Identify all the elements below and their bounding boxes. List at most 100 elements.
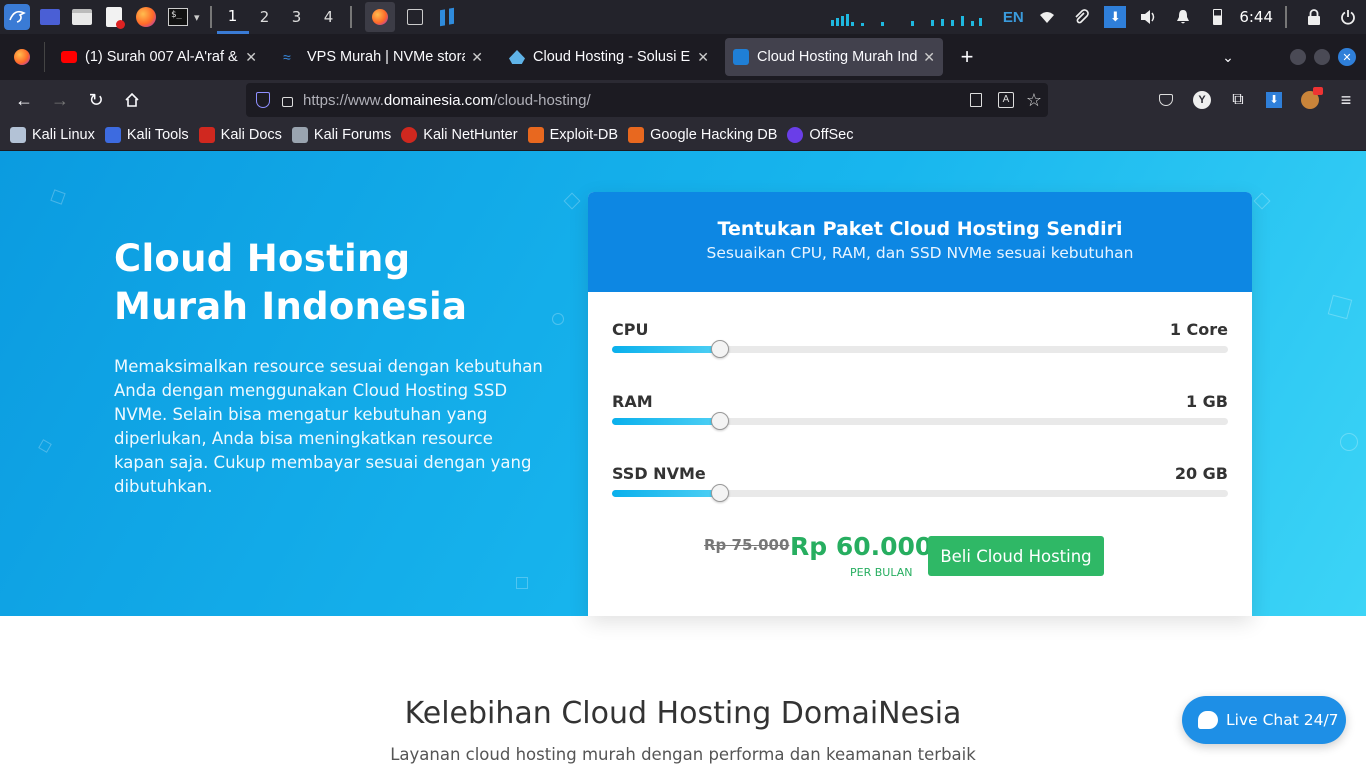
bookmark-kali-tools[interactable]: Kali Tools (104, 127, 189, 143)
url-path: /cloud-hosting/ (493, 91, 591, 109)
language-indicator[interactable]: EN (1001, 0, 1025, 34)
reader-view-icon[interactable] (970, 93, 982, 107)
browser-tab-bar: (1) Surah 007 Al-A'raf & Te ✕ ≈ VPS Mura… (0, 34, 1366, 80)
tab-cloud-solusi[interactable]: Cloud Hosting - Solusi Ek ✕ (501, 38, 717, 76)
ram-slider[interactable] (612, 412, 1228, 430)
tab-title: Cloud Hosting Murah Indo (757, 49, 918, 65)
close-window-icon[interactable]: ✕ (1338, 48, 1356, 66)
paperclip-icon[interactable] (1069, 0, 1093, 34)
ssd-value: 20 GB (1174, 464, 1228, 483)
buy-cloud-hosting-button[interactable]: Beli Cloud Hosting (928, 536, 1104, 576)
terminal-icon[interactable]: $_ (166, 5, 190, 29)
extensions-icon[interactable]: ⧉ (1222, 84, 1254, 116)
page-title: Cloud Hosting Murah Indonesia (114, 237, 468, 328)
terminal-window-icon[interactable] (403, 5, 427, 29)
bookmark-label: OffSec (809, 127, 854, 143)
workspace-2[interactable]: 2 (249, 0, 281, 34)
tab-vps[interactable]: ≈ VPS Murah | NVMe storag ✕ (275, 38, 491, 76)
wifi-icon[interactable] (1035, 0, 1059, 34)
lock-icon[interactable] (282, 97, 293, 107)
bookmark-label: Kali Docs (220, 127, 282, 143)
extension-badge-icon[interactable] (1294, 84, 1326, 116)
bookmark-kali-forums[interactable]: Kali Forums (291, 127, 391, 143)
desktop-icon[interactable] (38, 5, 62, 29)
home-icon[interactable] (116, 84, 148, 116)
account-icon[interactable]: Y (1186, 84, 1218, 116)
clock[interactable]: 6:44 (1239, 8, 1273, 26)
workspace-1[interactable]: 1 (216, 0, 249, 34)
ssd-slider[interactable] (612, 484, 1228, 502)
close-tab-icon[interactable]: ✕ (245, 49, 257, 66)
cpu-slider[interactable] (612, 340, 1228, 358)
url-bar[interactable]: https://www. domainesia.com/cloud-hosting… (246, 83, 1048, 117)
live-chat-button[interactable]: Live Chat 24/7 (1182, 696, 1346, 744)
kali-menu-icon[interactable] (4, 4, 30, 30)
new-tab-button[interactable]: + (951, 41, 983, 73)
wave-icon: ≈ (283, 49, 291, 65)
decor-triangle (563, 192, 581, 210)
volume-icon[interactable] (1137, 0, 1161, 34)
lock-icon[interactable] (1302, 0, 1326, 34)
close-tab-icon[interactable]: ✕ (923, 49, 935, 66)
cpu-slider-handle[interactable] (710, 340, 729, 358)
divider (209, 6, 212, 28)
power-icon[interactable] (1336, 0, 1360, 34)
ghdb-icon (628, 127, 645, 143)
tab-youtube[interactable]: (1) Surah 007 Al-A'raf & Te ✕ (53, 38, 265, 76)
bell-icon[interactable] (1171, 0, 1195, 34)
bookmark-label: Google Hacking DB (650, 127, 778, 143)
price: Rp 60.000 (790, 532, 933, 561)
decor-triangle (50, 189, 66, 205)
download-icon[interactable]: ⬇ (1103, 0, 1127, 34)
tab-cloud-murah[interactable]: Cloud Hosting Murah Indo ✕ (725, 38, 943, 76)
divider (349, 6, 352, 28)
close-tab-icon[interactable]: ✕ (471, 49, 483, 66)
reload-icon[interactable]: ↻ (80, 84, 112, 116)
bookmark-kali-docs[interactable]: Kali Docs (198, 127, 282, 143)
ssd-slider-handle[interactable] (710, 484, 729, 502)
cpu-label: CPU (612, 320, 649, 339)
chevron-down-icon[interactable]: ▾ (194, 11, 200, 24)
firefox-icon[interactable] (134, 5, 158, 29)
firefox-view-icon[interactable] (4, 41, 40, 73)
firefox-window-icon[interactable] (364, 2, 395, 32)
maximize-icon[interactable] (1314, 49, 1330, 65)
hero-description: Memaksimalkan resource sesuai dengan keb… (114, 357, 543, 496)
browser-nav-bar: ← → ↻ https://www. domainesia.com/cloud-h… (0, 80, 1366, 120)
minimize-icon[interactable] (1290, 49, 1306, 65)
section-title: Kelebihan Cloud Hosting DomaiNesia (404, 696, 962, 731)
vscode-icon[interactable] (435, 5, 459, 29)
decor-square (38, 439, 52, 453)
decor-square (516, 577, 528, 589)
list-tabs-icon[interactable]: ⌄ (1212, 41, 1244, 73)
translate-icon[interactable]: A (998, 92, 1014, 108)
text-editor-icon[interactable] (102, 5, 126, 29)
forward-icon[interactable]: → (44, 84, 76, 116)
bookmark-label: Exploit-DB (549, 127, 619, 143)
pocket-icon[interactable] (1150, 84, 1182, 116)
file-manager-icon[interactable] (70, 5, 94, 29)
workspace-3[interactable]: 3 (281, 0, 313, 34)
configurator-title: Tentukan Paket Cloud Hosting Sendiri (717, 218, 1123, 240)
workspace-4[interactable]: 4 (313, 0, 345, 34)
network-graph-icon (831, 14, 983, 26)
shield-icon[interactable] (256, 92, 270, 108)
domainesia-icon (733, 49, 749, 65)
bookmark-exploit-db[interactable]: Exploit-DB (527, 127, 619, 143)
bookmark-google-hacking-db[interactable]: Google Hacking DB (628, 127, 777, 143)
bookmark-offsec[interactable]: OffSec (787, 127, 853, 143)
bookmark-kali-linux[interactable]: Kali Linux (10, 127, 95, 143)
ram-slider-handle[interactable] (710, 412, 729, 430)
downloads-icon[interactable]: ⬇ (1258, 84, 1290, 116)
chat-bubble-icon (1198, 711, 1218, 729)
bookmark-kali-nethunter[interactable]: Kali NetHunter (401, 127, 518, 143)
back-icon[interactable]: ← (8, 84, 40, 116)
bookmark-label: Kali Linux (32, 127, 95, 143)
live-chat-label: Live Chat 24/7 (1226, 711, 1339, 729)
close-tab-icon[interactable]: ✕ (697, 49, 709, 66)
nethunter-icon (401, 127, 418, 143)
bookmark-star-icon[interactable]: ☆ (1026, 90, 1042, 111)
menu-icon[interactable]: ≡ (1330, 84, 1362, 116)
kali-tools-icon (104, 127, 121, 143)
cpu-slider-fill (612, 346, 720, 353)
